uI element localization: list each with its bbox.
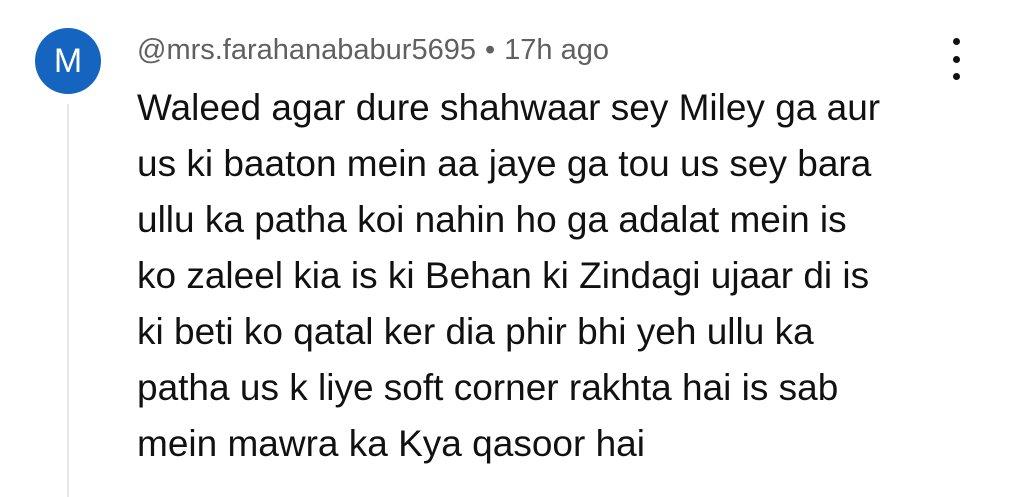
comment-text: Waleed agar dure shahwaar sey Miley ga a… bbox=[137, 80, 997, 472]
comment-card: M @mrs.farahanababur5695 • 17h ago Walee… bbox=[0, 0, 1024, 497]
comment-text-line: mein mawra ka Kya qasoor hai bbox=[137, 423, 645, 464]
comment-text-line: us ki baaton mein aa jaye ga tou us sey … bbox=[137, 143, 872, 184]
timestamp[interactable]: 17h ago bbox=[504, 34, 609, 67]
comment-text-line: Waleed agar dure shahwaar sey Miley ga a… bbox=[137, 87, 881, 128]
more-options-button[interactable] bbox=[936, 38, 976, 80]
comment-header: @mrs.farahanababur5695 • 17h ago bbox=[137, 30, 609, 70]
vertical-ellipsis-icon bbox=[952, 73, 960, 80]
comment-text-line: ko zaleel kia is ki Behan ki Zindagi uja… bbox=[137, 255, 870, 296]
vertical-ellipsis-icon bbox=[952, 38, 960, 45]
header-separator: • bbox=[484, 33, 496, 66]
comment-text-line: ullu ka patha koi nahin ho ga adalat mei… bbox=[137, 199, 847, 240]
vertical-ellipsis-icon bbox=[952, 55, 960, 63]
comment-text-line: ki beti ko qatal ker dia phir bhi yeh ul… bbox=[137, 311, 814, 352]
author-handle[interactable]: @mrs.farahanababur5695 bbox=[137, 34, 476, 67]
comment-text-line: patha us k liye soft corner rakhta hai i… bbox=[137, 367, 839, 408]
avatar[interactable]: M bbox=[35, 28, 101, 94]
avatar-letter: M bbox=[53, 41, 83, 80]
thread-line bbox=[67, 104, 69, 497]
